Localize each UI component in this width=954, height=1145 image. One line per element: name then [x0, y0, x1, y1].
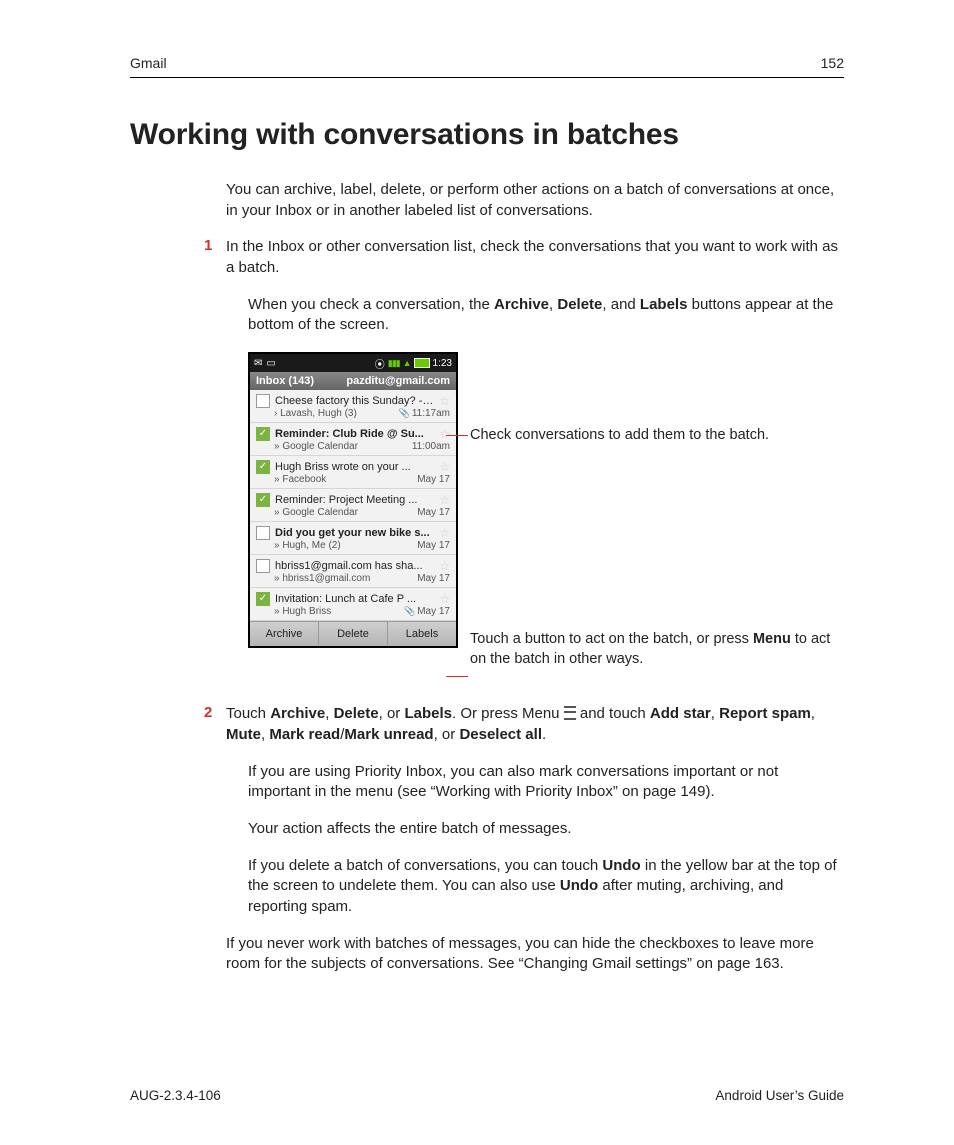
star-icon[interactable]: ☆: [439, 394, 450, 408]
step-1-sub-a: When you check a conversation, the: [248, 296, 494, 313]
checkbox[interactable]: ✓: [256, 592, 270, 606]
account-label: pazditu@gmail.com: [346, 375, 450, 387]
from-text: » Hugh Briss: [274, 606, 331, 617]
checkbox[interactable]: ✓: [256, 460, 270, 474]
battery-icon: [414, 358, 430, 368]
phone-screenshot: ✉ ▭ ⦿ ▮▮▮ ▲ 1:23 I: [248, 352, 458, 648]
subject-text: hbriss1@gmail.com has sha...: [275, 560, 434, 572]
header-section: Gmail: [130, 55, 167, 71]
star-icon[interactable]: ☆: [439, 493, 450, 507]
star-icon[interactable]: ☆: [439, 559, 450, 573]
subject-text: Reminder: Project Meeting ...: [275, 494, 434, 506]
menu-icon: [564, 706, 576, 720]
time-text: 📎May 17: [404, 606, 450, 617]
step-1-number: 1: [204, 237, 212, 254]
from-text: » Facebook: [274, 474, 326, 485]
batch-action-bar: Archive Delete Labels: [250, 621, 456, 646]
footer-doc-title: Android User’s Guide: [715, 1088, 844, 1103]
page-title: Working with conversations in batches: [130, 118, 844, 152]
time-text: 📎11:17am: [399, 408, 450, 419]
word-delete: Delete: [557, 296, 602, 313]
conversation-item[interactable]: ✓ Invitation: Lunch at Cafe P ... ☆ » Hugh …: [250, 588, 456, 621]
step-1-text: In the Inbox or other conversation list,…: [226, 237, 844, 278]
step-2-p2: If you are using Priority Inbox, you can…: [248, 762, 844, 803]
checkbox[interactable]: ✓: [256, 493, 270, 507]
intro-paragraph: You can archive, label, delete, or perfo…: [226, 180, 844, 221]
star-icon[interactable]: ☆: [439, 592, 450, 606]
signal-icon: ▮▮▮: [388, 358, 400, 369]
subject-text: Did you get your new bike s...: [275, 527, 434, 539]
wifi-icon: ▲: [403, 358, 411, 368]
status-bar: ✉ ▭ ⦿ ▮▮▮ ▲ 1:23: [250, 354, 456, 372]
checkbox[interactable]: [256, 559, 270, 573]
conversation-item[interactable]: hbriss1@gmail.com has sha... ☆ » hbriss1@g…: [250, 555, 456, 588]
time-text: May 17: [417, 540, 450, 551]
from-text: » Google Calendar: [274, 441, 358, 452]
delete-button[interactable]: Delete: [319, 622, 388, 646]
subject-text: Invitation: Lunch at Cafe P ...: [275, 593, 434, 605]
subject-text: Hugh Briss wrote on your ...: [275, 461, 434, 473]
conversation-item[interactable]: ✓ Reminder: Project Meeting ... ☆ » Google …: [250, 489, 456, 522]
labels-button[interactable]: Labels: [388, 622, 456, 646]
word-labels: Labels: [640, 296, 688, 313]
inbox-label: Inbox (143): [256, 375, 314, 387]
callout-1-text: Check conversations to add them to the b…: [470, 427, 769, 443]
star-icon[interactable]: ☆: [439, 460, 450, 474]
star-icon[interactable]: ☆: [439, 427, 450, 441]
step-2-number: 2: [204, 704, 212, 721]
time-text: 11:00am: [412, 441, 450, 452]
checkbox[interactable]: [256, 394, 270, 408]
footer-doc-id: AUG-2.3.4-106: [130, 1088, 221, 1103]
step-2-p3: Your action affects the entire batch of …: [248, 819, 844, 840]
star-icon[interactable]: ☆: [439, 526, 450, 540]
gps-icon: ⦿: [375, 356, 385, 371]
closing-paragraph: If you never work with batches of messag…: [226, 934, 844, 975]
conversation-item[interactable]: ✓ Reminder: Club Ride @ Su... ☆ » Google Ca…: [250, 423, 456, 456]
callout-2-bold: Menu: [753, 631, 791, 647]
conversation-item[interactable]: ✓ Hugh Briss wrote on your ... ☆ » Facebook…: [250, 456, 456, 489]
time-text: May 17: [417, 507, 450, 518]
checkbox[interactable]: [256, 526, 270, 540]
checkbox[interactable]: ✓: [256, 427, 270, 441]
attachment-icon: 📎: [399, 408, 410, 418]
gmail-header: Inbox (143) pazditu@gmail.com: [250, 372, 456, 390]
from-text: » Hugh, Me (2): [274, 540, 341, 551]
subject-text: Cheese factory this Sunday? - ...: [275, 395, 434, 407]
from-text: » hbriss1@gmail.com: [274, 573, 370, 584]
step-2-text: Touch Archive, Delete, or Labels. Or pre…: [226, 704, 844, 745]
attachment-icon: 📎: [404, 606, 415, 616]
step-1-subtext: When you check a conversation, the Archi…: [248, 295, 844, 336]
mail-icon: ✉: [254, 358, 262, 369]
from-text: » Google Calendar: [274, 507, 358, 518]
time-text: May 17: [417, 474, 450, 485]
callout-2a: Touch a button to act on the batch, or p…: [470, 631, 753, 647]
archive-button[interactable]: Archive: [250, 622, 319, 646]
callout-check: Check conversations to add them to the b…: [470, 426, 769, 446]
from-text: › Lavash, Hugh (3): [274, 408, 357, 419]
callout-buttons: Touch a button to act on the batch, or p…: [470, 630, 844, 669]
subject-text: Reminder: Club Ride @ Su...: [275, 428, 434, 440]
header-page-number: 152: [821, 55, 844, 71]
conversation-item[interactable]: Did you get your new bike s... ☆ » Hugh, M…: [250, 522, 456, 555]
chat-icon: ▭: [266, 358, 275, 369]
word-archive: Archive: [494, 296, 549, 313]
conversation-list: Cheese factory this Sunday? - ... ☆ › Lava…: [250, 390, 456, 621]
status-time: 1:23: [433, 358, 452, 369]
step-2-p4: If you delete a batch of conversations, …: [248, 856, 844, 918]
conversation-item[interactable]: Cheese factory this Sunday? - ... ☆ › Lava…: [250, 390, 456, 423]
time-text: May 17: [417, 573, 450, 584]
